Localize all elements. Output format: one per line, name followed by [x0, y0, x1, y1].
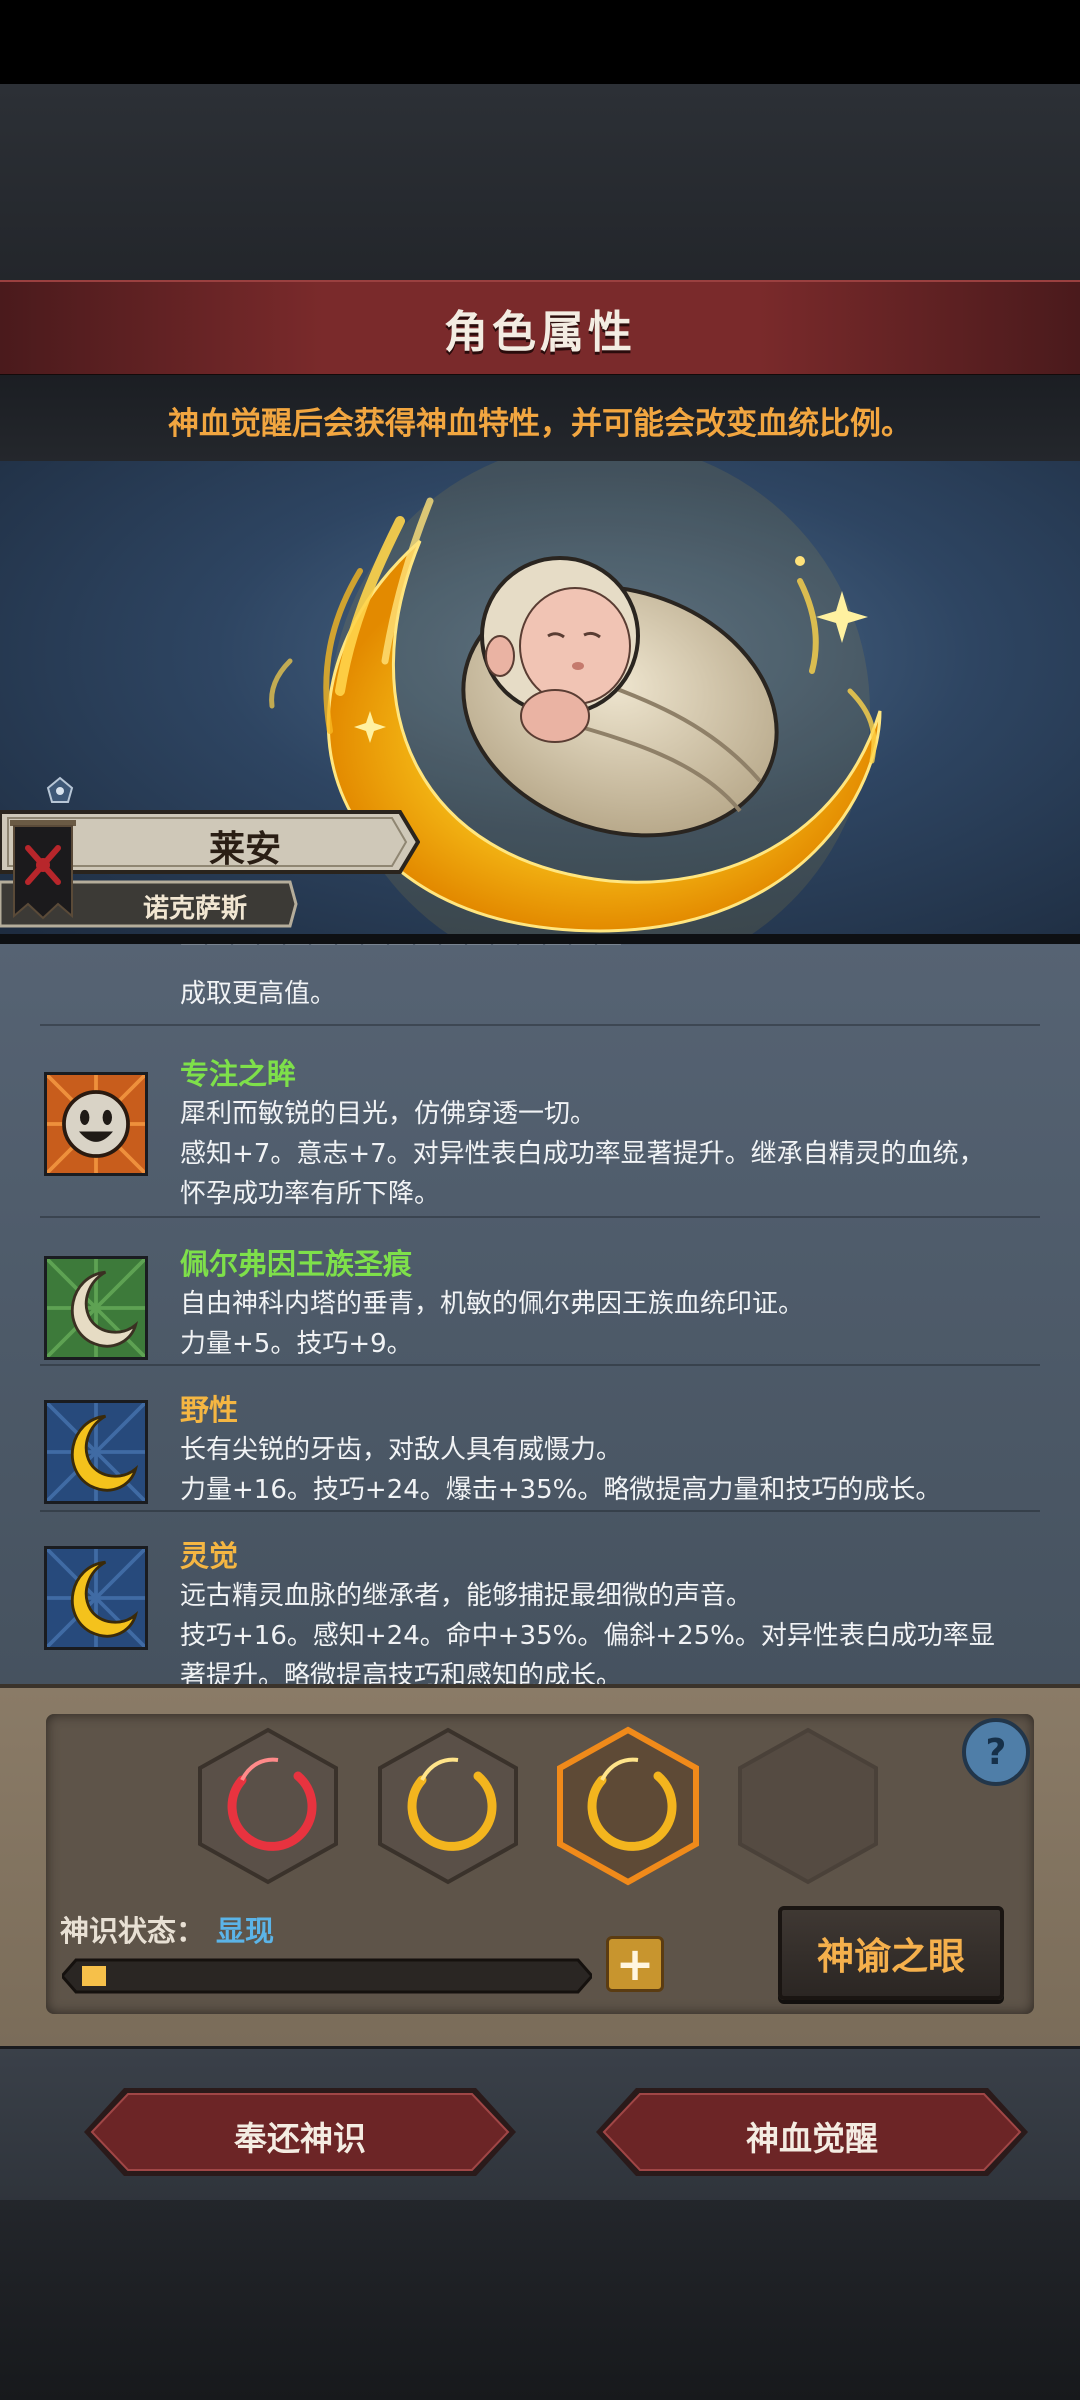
trait-divider [40, 1510, 1040, 1512]
status-bar-area [0, 0, 1080, 84]
character-house: 诺克萨斯 [142, 894, 247, 924]
trait-name: 佩尔弗因王族圣痕 [180, 1247, 413, 1281]
character-name: 莱安 [208, 829, 281, 870]
white-crescent-icon [44, 1256, 148, 1360]
divine-slot-gold-selected[interactable] [557, 1726, 699, 1886]
return-divine-label: 奉还神识 [234, 2119, 366, 2158]
page-title: 角色属性 [444, 307, 636, 358]
trait-description: 远古精灵血脉的继承者，能够捕捉最细微的声音。 [180, 1581, 753, 1611]
trait-partial-text: 成取更高值。 [180, 979, 337, 1009]
portrait-border [0, 934, 1080, 944]
trait-name: 专注之眸 [180, 1057, 297, 1091]
hint-text: 神血觉醒后会获得神血特性，并可能会改变血统比例。 [168, 406, 912, 442]
gold-crescent-icon [44, 1546, 148, 1650]
divine-slot-red[interactable] [198, 1727, 338, 1885]
divine-slot-gold[interactable] [378, 1727, 518, 1885]
top-background [0, 84, 1080, 280]
bottom-background [0, 2200, 1080, 2400]
divine-slot-empty[interactable] [738, 1727, 878, 1885]
trait-effect: 感知+7。意志+7。对异性表白成功率显著提升。继承自精灵的血统， [180, 1139, 985, 1169]
divine-status-label: 神识状态： [60, 1914, 206, 1948]
gold-crescent-icon [44, 1400, 148, 1504]
trait-name: 野性 [180, 1393, 239, 1427]
help-button[interactable]: ? [962, 1718, 1030, 1786]
trait-list[interactable]: 一一一一一一一一一一一一一一一一一 成取更高值。 专注之眸 犀利而敏锐的目光，仿… [0, 944, 1080, 1684]
trait-effect: 力量+5。技巧+9。 [180, 1329, 413, 1359]
trait-effect: 力量+16。技巧+24。爆击+35%。略微提高力量和技巧的成长。 [180, 1475, 942, 1505]
divine-progress-bar [62, 1958, 592, 1994]
divine-status-value: 显现 [216, 1914, 275, 1948]
divine-awaken-label: 神血觉醒 [746, 2119, 878, 2158]
oracle-eye-button[interactable]: 神谕之眼 [778, 1906, 1004, 2000]
trait-partial-line-faded: 一一一一一一一一一一一一一一一一一 [180, 944, 623, 961]
trait-item-spirit-sense[interactable]: 灵觉 远古精灵血脉的继承者，能够捕捉最细微的声音。 技巧+16。感知+24。命中… [0, 1518, 1080, 1684]
trait-description: 长有尖锐的牙齿，对敌人具有威慑力。 [180, 1435, 623, 1465]
trait-item-royal-stigma[interactable]: 佩尔弗因王族圣痕 自由神科内塔的垂青，机敏的佩尔弗因王族血统印证。 力量+5。技… [0, 1226, 1080, 1366]
trait-item-wildness[interactable]: 野性 长有尖锐的牙齿，对敌人具有威慑力。 力量+16。技巧+24。爆击+35%。… [0, 1372, 1080, 1512]
add-divine-button[interactable]: + [606, 1936, 664, 1992]
trait-effect: 技巧+16。感知+24。命中+35%。偏斜+25%。对异性表白成功率显 [180, 1621, 995, 1651]
divine-slot-row [198, 1726, 878, 1886]
smiley-face-icon [44, 1072, 148, 1176]
trait-divider [40, 1364, 1040, 1366]
trait-description: 犀利而敏锐的目光，仿佛穿透一切。 [180, 1099, 597, 1129]
trait-description: 自由神科内塔的垂青，机敏的佩尔弗因王族血统印证。 [180, 1289, 805, 1319]
trait-effect-cont: 著提升。略微提高技巧和感知的成长。 [180, 1661, 623, 1684]
trait-divider [40, 1024, 1040, 1026]
trait-name: 灵觉 [180, 1539, 239, 1573]
rank-crown-icon [46, 776, 74, 803]
trait-divider [40, 1216, 1040, 1218]
trait-item-focus-eye[interactable]: 专注之眸 犀利而敏锐的目光，仿佛穿透一切。 感知+7。意志+7。对异性表白成功率… [0, 1036, 1080, 1209]
trait-effect-cont: 怀孕成功率有所下降。 [180, 1179, 441, 1209]
house-banner-icon [10, 820, 76, 920]
